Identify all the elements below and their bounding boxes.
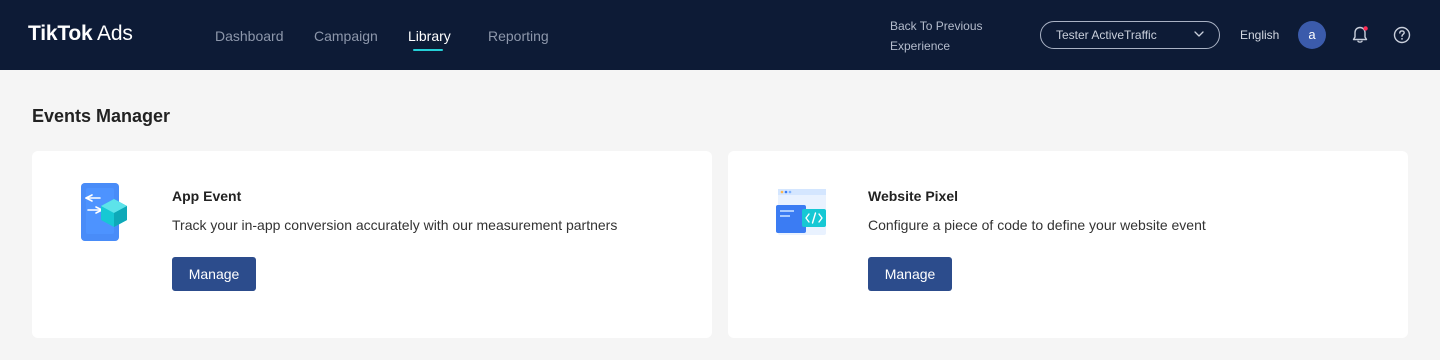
manage-website-pixel-button[interactable]: Manage: [868, 257, 952, 291]
card-title: App Event: [172, 188, 242, 204]
nav-campaign[interactable]: Campaign: [314, 26, 378, 46]
logo-suffix: Ads: [97, 22, 133, 45]
active-nav-indicator: [413, 49, 443, 51]
account-selector[interactable]: Tester ActiveTraffic: [1040, 21, 1220, 49]
language-selector[interactable]: English: [1240, 27, 1279, 43]
card-title: Website Pixel: [868, 188, 959, 204]
nav-reporting[interactable]: Reporting: [488, 26, 549, 46]
logo-brand: TikTok: [28, 22, 93, 45]
chevron-down-icon: [1194, 31, 1204, 37]
card-description: Configure a piece of code to define your…: [868, 217, 1206, 233]
card-description: Track your in-app conversion accurately …: [172, 217, 618, 233]
top-navigation-bar: TikTok Ads Dashboard Campaign Library Re…: [0, 0, 1440, 70]
account-name: Tester ActiveTraffic: [1056, 28, 1157, 42]
bell-icon[interactable]: [1350, 25, 1370, 45]
manage-app-event-button[interactable]: Manage: [172, 257, 256, 291]
app-event-card: App Event Track your in-app conversion a…: [32, 151, 712, 338]
app-event-illustration-icon: [81, 183, 127, 241]
page-title: Events Manager: [32, 106, 171, 126]
website-pixel-illustration-icon: [776, 189, 826, 235]
nav-library[interactable]: Library: [408, 26, 451, 46]
website-pixel-card: Website Pixel Configure a piece of code …: [728, 151, 1408, 338]
back-to-previous-experience-link[interactable]: Back To Previous Experience: [890, 16, 1000, 56]
help-icon[interactable]: [1393, 26, 1411, 44]
tiktok-ads-logo[interactable]: TikTok Ads: [28, 21, 133, 47]
user-avatar[interactable]: a: [1298, 21, 1326, 49]
notification-dot: [1363, 26, 1368, 31]
nav-dashboard[interactable]: Dashboard: [215, 26, 284, 46]
